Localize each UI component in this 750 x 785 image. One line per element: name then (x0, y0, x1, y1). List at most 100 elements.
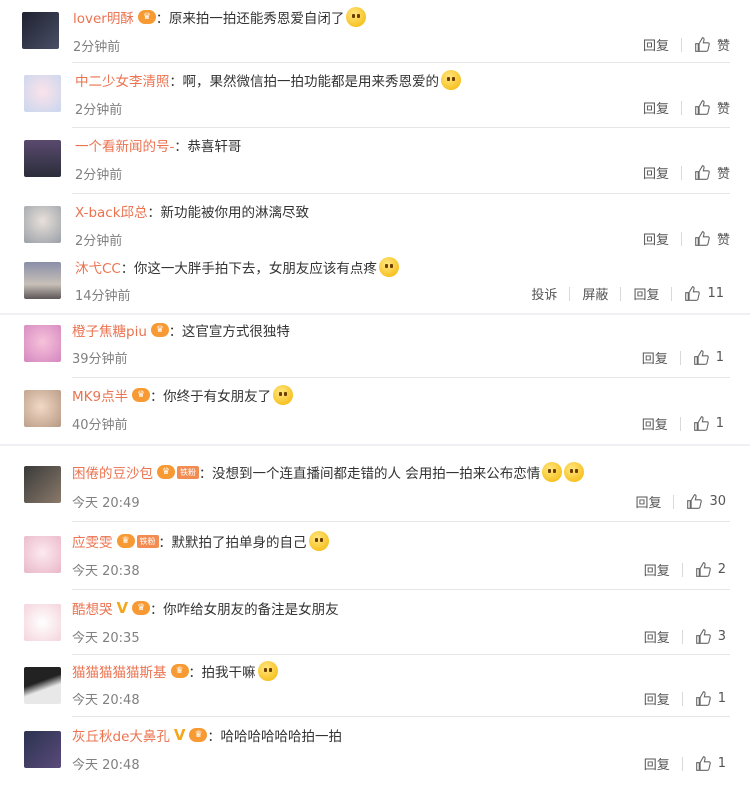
emoji-icon (273, 385, 294, 405)
thumb-up-icon (695, 165, 710, 180)
thumb-up-icon (695, 756, 711, 771)
like-count: 2 (717, 562, 726, 577)
section-separator (0, 444, 750, 446)
emoji-icon (346, 7, 367, 27)
timestamp: 今天 20:48 (72, 758, 140, 773)
like-button[interactable]: 赞 (694, 163, 730, 182)
avatar[interactable] (24, 466, 61, 503)
divider (72, 716, 730, 717)
thumb-up-icon (695, 691, 711, 706)
thumb-up-icon (693, 350, 709, 365)
reply-button[interactable]: 回复 (633, 284, 659, 303)
verified-v-icon: V (116, 599, 129, 617)
like-count: 11 (707, 286, 724, 301)
colon: ： (207, 729, 221, 745)
avatar[interactable] (24, 390, 61, 427)
username-link[interactable]: 酷想哭 (72, 598, 113, 618)
like-count: 1 (715, 350, 724, 365)
crown-badge-icon: ♛ 铁粉 (157, 465, 199, 479)
crown-badge-icon: ♛ (132, 388, 151, 402)
like-count: 1 (715, 416, 724, 431)
crown-badge-icon: ♛ 铁粉 (116, 534, 159, 548)
comment-text: 你终于有女朋友了 (163, 389, 272, 405)
reply-button[interactable]: 回复 (643, 35, 669, 54)
like-button[interactable]: 30 (686, 493, 726, 510)
username-link[interactable]: 灰丘秋de大鼻孔 (72, 725, 170, 745)
avatar[interactable] (22, 12, 59, 49)
avatar[interactable] (24, 75, 61, 112)
like-button[interactable]: 赞 (694, 35, 730, 54)
comment-text: 这官宣方式很独特 (181, 324, 290, 340)
colon: ： (199, 466, 213, 482)
like-button[interactable]: 1 (693, 349, 724, 366)
reply-button[interactable]: 回复 (642, 348, 668, 367)
username-link[interactable]: 中二少女李清照 (75, 70, 170, 90)
comment-text: 原来拍一拍还能秀恩爱自闭了 (168, 11, 345, 27)
avatar[interactable] (24, 536, 61, 573)
avatar[interactable] (24, 604, 61, 641)
like-button[interactable]: 赞 (694, 98, 730, 117)
avatar[interactable] (24, 262, 61, 299)
like-button[interactable]: 1 (695, 690, 726, 707)
timestamp: 今天 20:38 (72, 564, 140, 579)
avatar[interactable] (24, 140, 61, 177)
verified-v-icon: V (173, 726, 186, 744)
timestamp: 40分钟前 (72, 418, 128, 433)
emoji-icon (542, 462, 563, 482)
like-button[interactable]: 2 (695, 561, 726, 578)
like-count: 30 (709, 494, 726, 509)
colon: ： (174, 139, 188, 155)
reply-button[interactable]: 回复 (643, 163, 669, 182)
colon: ： (150, 602, 164, 618)
timestamp: 今天 20:35 (72, 631, 140, 646)
avatar[interactable] (24, 667, 61, 704)
colon: ： (168, 324, 182, 340)
reply-button[interactable]: 回复 (644, 689, 670, 708)
timestamp: 2分钟前 (75, 234, 123, 249)
emoji-icon (257, 661, 278, 681)
divider (72, 62, 730, 63)
comment-text: 拍我干嘛 (201, 665, 256, 681)
timestamp: 2分钟前 (75, 103, 123, 118)
avatar[interactable] (24, 325, 61, 362)
report-button[interactable]: 投诉 (531, 284, 557, 303)
like-button[interactable]: 赞 (694, 229, 730, 248)
emoji-icon (564, 462, 585, 482)
reply-button[interactable]: 回复 (644, 627, 670, 646)
username-link[interactable]: 橙子焦糖piu (72, 320, 147, 340)
comment-text: 默默拍了拍单身的自己 (171, 535, 307, 551)
username-link[interactable]: 一个看新闻的号- (75, 135, 174, 155)
avatar[interactable] (24, 206, 61, 243)
username-link[interactable]: X-back邱总 (75, 201, 148, 221)
crown-badge-icon: ♛ (189, 728, 208, 742)
username-link[interactable]: 困倦的豆沙包 (72, 462, 153, 482)
like-button[interactable]: 3 (695, 628, 726, 645)
crown-badge-icon: ♛ (150, 323, 169, 337)
reply-button[interactable]: 回复 (643, 229, 669, 248)
username-link[interactable]: 猫猫猫猫猫斯基 (72, 661, 167, 681)
block-button[interactable]: 屏蔽 (582, 284, 608, 303)
reply-button[interactable]: 回复 (644, 754, 670, 773)
username-link[interactable]: 沐弋CC (75, 257, 121, 277)
reply-button[interactable]: 回复 (642, 414, 668, 433)
divider (72, 654, 730, 655)
thumb-up-icon (695, 37, 710, 52)
colon: ： (188, 665, 202, 681)
username-link[interactable]: 应雯雯 (72, 531, 113, 551)
like-count: 赞 (716, 102, 730, 117)
reply-button[interactable]: 回复 (643, 98, 669, 117)
comment-text: 你这一大胖手拍下去，女朋友应该有点疼 (133, 261, 377, 277)
timestamp: 14分钟前 (75, 289, 131, 304)
avatar[interactable] (24, 731, 61, 768)
like-count: 赞 (716, 233, 730, 248)
like-button[interactable]: 11 (684, 285, 724, 302)
divider (72, 589, 730, 590)
like-button[interactable]: 1 (695, 755, 726, 772)
reply-button[interactable]: 回复 (644, 560, 670, 579)
username-link[interactable]: lover明酥 (73, 7, 134, 27)
username-link[interactable]: MK9点半 (72, 385, 128, 405)
like-count: 1 (717, 756, 726, 771)
timestamp: 今天 20:49 (72, 496, 140, 511)
like-button[interactable]: 1 (693, 415, 724, 432)
reply-button[interactable]: 回复 (635, 492, 661, 511)
